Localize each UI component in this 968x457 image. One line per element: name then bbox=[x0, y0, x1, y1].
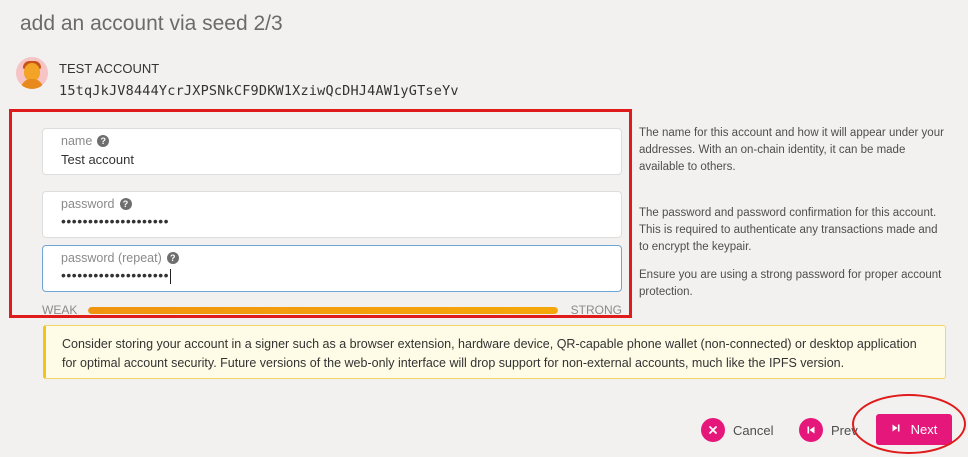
next-button-label: Next bbox=[910, 422, 938, 437]
password-field[interactable]: password ? •••••••••••••••••••• bbox=[42, 191, 622, 238]
step-forward-icon bbox=[891, 423, 901, 436]
help-icon[interactable]: ? bbox=[119, 198, 132, 210]
prev-button[interactable]: Prev bbox=[799, 418, 858, 442]
security-warning: Consider storing your account in a signe… bbox=[43, 325, 946, 379]
cancel-button-label: Cancel bbox=[733, 422, 774, 438]
account-address: 15tqJkJV8444YcrJXPSNkCF9DKW1XziwQcDHJ4AW… bbox=[59, 83, 459, 99]
name-help-text: The name for this account and how it wil… bbox=[639, 127, 944, 173]
strong-password-help-text: Ensure you are using a strong password f… bbox=[639, 269, 942, 298]
account-name: TEST ACCOUNT bbox=[59, 61, 160, 76]
password-repeat-field-label: password (repeat) bbox=[61, 251, 162, 265]
password-field-label: password bbox=[61, 197, 115, 211]
password-input-value[interactable]: •••••••••••••••••••• bbox=[61, 213, 169, 229]
strength-strong-label: STRONG bbox=[570, 303, 622, 317]
name-field-label: name bbox=[61, 134, 93, 148]
avatar bbox=[16, 57, 48, 89]
prev-button-label: Prev bbox=[831, 422, 858, 438]
password-repeat-field[interactable]: password (repeat) ? •••••••••••••••••••• bbox=[42, 245, 622, 292]
next-button[interactable]: Next bbox=[876, 414, 952, 445]
step-backward-icon bbox=[799, 418, 823, 442]
cancel-button[interactable]: Cancel bbox=[701, 418, 773, 442]
text-caret bbox=[170, 268, 172, 284]
password-strength-meter: WEAK STRONG bbox=[42, 303, 622, 317]
name-input-value[interactable]: Test account bbox=[61, 152, 134, 167]
help-icon[interactable]: ? bbox=[166, 252, 179, 264]
password-help-text: The password and password confirmation f… bbox=[639, 207, 938, 253]
name-field[interactable]: name ? Test account bbox=[42, 128, 622, 175]
security-warning-text: Consider storing your account in a signe… bbox=[62, 337, 917, 370]
page-title: add an account via seed 2/3 bbox=[20, 12, 283, 35]
account-header: TEST ACCOUNT 15tqJkJV8444YcrJXPSNkCF9DKW… bbox=[16, 57, 459, 99]
strength-bar-fill bbox=[88, 307, 558, 314]
help-icon[interactable]: ? bbox=[97, 135, 110, 147]
strength-bar bbox=[88, 307, 558, 314]
strength-weak-label: WEAK bbox=[42, 303, 78, 317]
password-repeat-input-value[interactable]: •••••••••••••••••••• bbox=[61, 267, 169, 283]
x-circle-icon bbox=[701, 418, 725, 442]
